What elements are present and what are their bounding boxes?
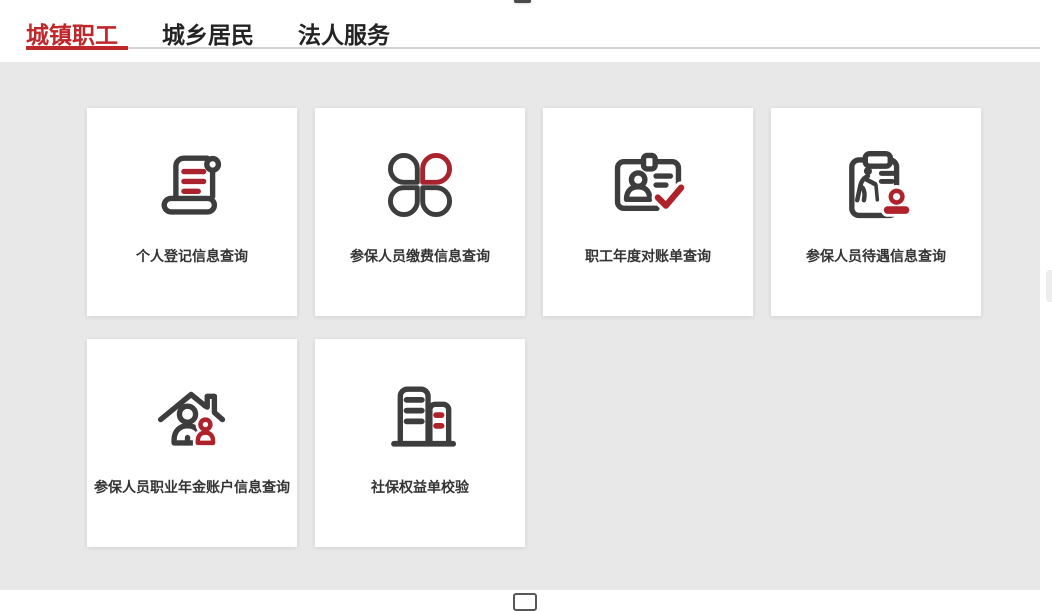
card-personal-registration-query[interactable]: 个人登记信息查询 [87, 108, 297, 316]
tab-urban-rural-resident[interactable]: 城乡居民 [162, 22, 254, 48]
top-edge-handle [514, 0, 531, 3]
active-tab-underline [26, 46, 128, 50]
card-annual-statement-query[interactable]: 职工年度对账单查询 [543, 108, 753, 316]
card-label: 参保人员缴费信息查询 [350, 246, 490, 266]
service-card-panel: 个人登记信息查询 参保人员缴费信息查询 [0, 62, 1040, 590]
card-label: 个人登记信息查询 [136, 246, 248, 266]
house-members-icon [149, 373, 235, 459]
bottom-edge-box [513, 593, 537, 611]
tab-urban-employee[interactable]: 城镇职工 [26, 22, 118, 48]
scroll-document-icon [149, 142, 235, 228]
tab-divider-line [26, 47, 1040, 49]
card-label: 职工年度对账单查询 [585, 246, 711, 266]
id-card-check-icon [605, 142, 691, 228]
card-annuity-account-query[interactable]: 参保人员职业年金账户信息查询 [87, 339, 297, 547]
card-label: 参保人员职业年金账户信息查询 [94, 477, 290, 497]
clover-petals-icon [377, 142, 463, 228]
card-label: 参保人员待遇信息查询 [806, 246, 946, 266]
clipboard-pension-icon [833, 142, 919, 228]
card-rights-statement-verify[interactable]: 社保权益单校验 [315, 339, 525, 547]
buildings-icon [377, 373, 463, 459]
card-payment-info-query[interactable]: 参保人员缴费信息查询 [315, 108, 525, 316]
tab-bar: 城镇职工 城乡居民 法人服务 [26, 22, 390, 48]
card-benefit-info-query[interactable]: 参保人员待遇信息查询 [771, 108, 981, 316]
card-label: 社保权益单校验 [371, 477, 469, 497]
right-edge-sliver [1046, 270, 1052, 302]
tab-legal-person-service[interactable]: 法人服务 [298, 22, 390, 48]
